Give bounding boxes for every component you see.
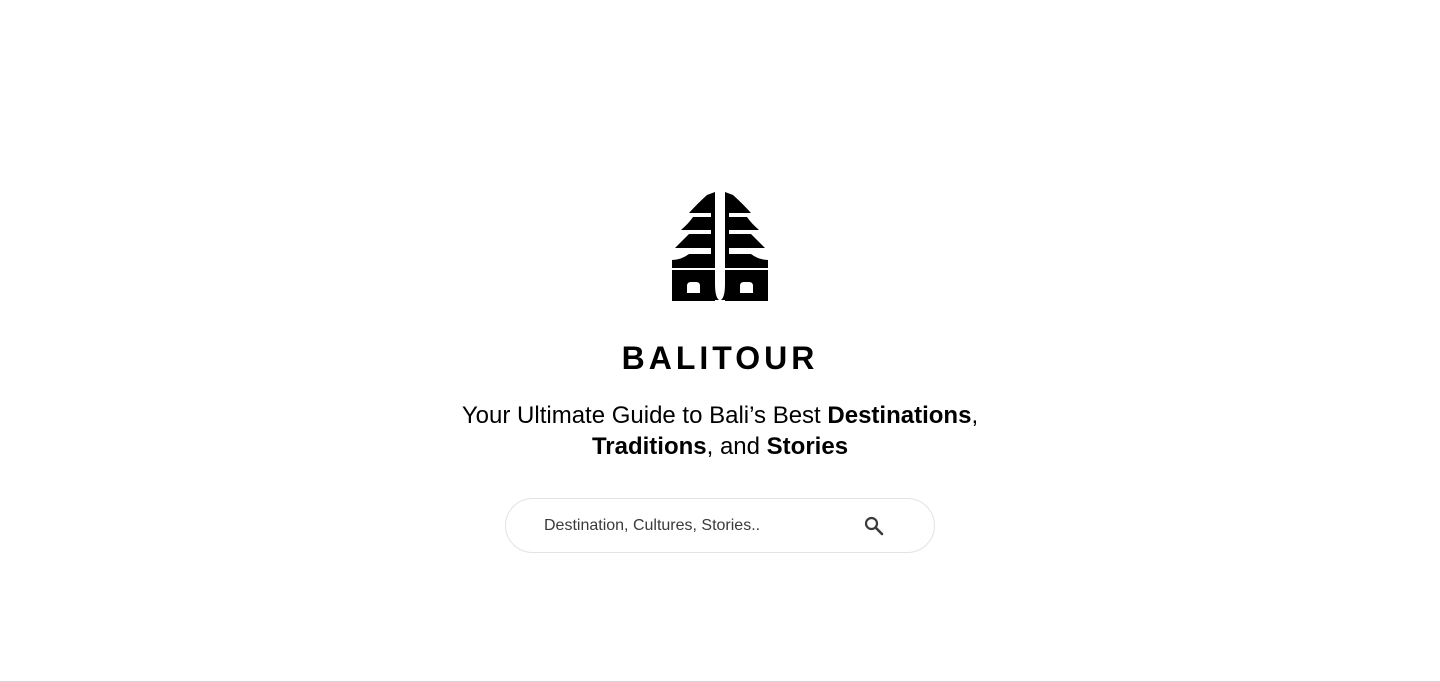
tagline-destinations: Destinations	[827, 402, 972, 429]
landing-page: BALITOUR Your Ultimate Guide to Bali’s B…	[0, 0, 1440, 682]
search-bar	[505, 498, 935, 553]
bali-temple-icon	[672, 192, 768, 301]
brand-name: BALITOUR	[621, 340, 819, 376]
tagline-and: , and	[706, 433, 767, 460]
search-button[interactable]	[858, 510, 890, 542]
tagline-text: Your Ultimate Guide to Bali’s Best	[461, 402, 828, 429]
tagline: Your Ultimate Guide to Bali’s Best Desti…	[420, 400, 1020, 462]
tagline-traditions: Traditions	[591, 433, 707, 460]
search-input[interactable]	[544, 499, 854, 552]
tagline-stories: Stories	[766, 433, 849, 460]
search-icon	[864, 516, 884, 536]
tagline-comma: ,	[971, 402, 979, 429]
